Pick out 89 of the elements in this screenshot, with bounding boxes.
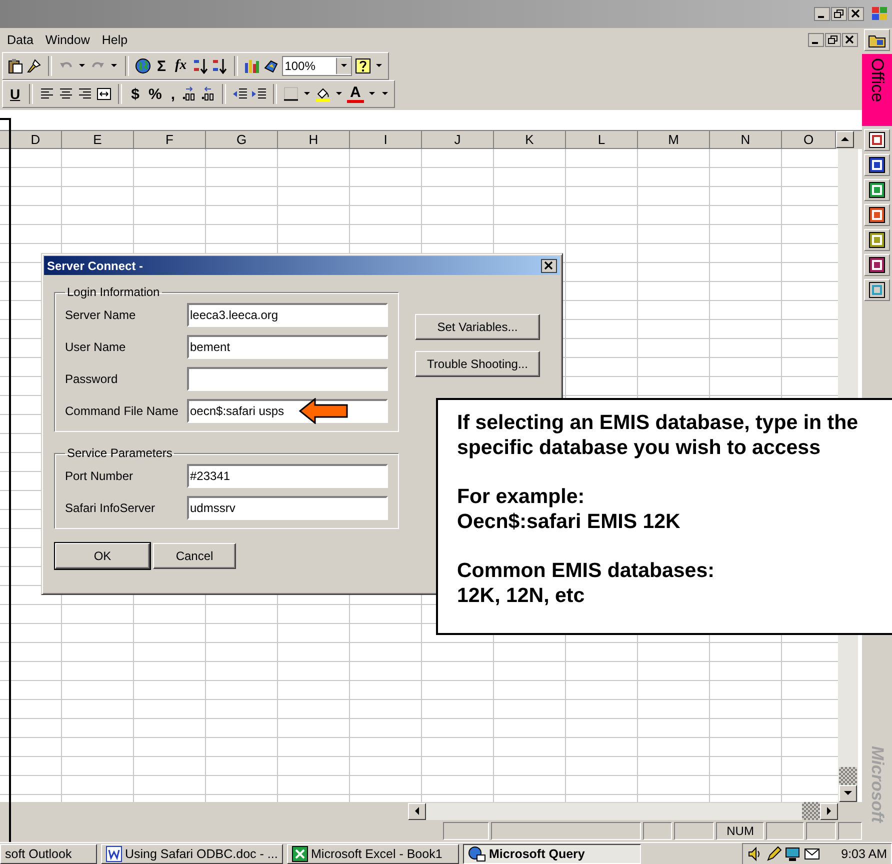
underline-button[interactable]: U (7, 86, 24, 102)
menu-item[interactable]: Data (6, 33, 34, 47)
callout-heading: Common EMIS databases: (457, 558, 716, 583)
decrease-decimal-icon[interactable] (200, 86, 216, 102)
menu-item[interactable]: Window (44, 33, 91, 47)
field-label: Command File Name (65, 404, 178, 418)
close-icon[interactable] (842, 33, 858, 47)
globe-icon[interactable] (135, 58, 151, 74)
sort-descending-icon[interactable] (212, 58, 228, 74)
status-pane (766, 822, 804, 840)
currency-button[interactable]: $ (128, 86, 142, 102)
paste-icon[interactable] (7, 58, 23, 74)
folder-icon[interactable] (864, 29, 890, 51)
menu-item[interactable]: Help (100, 33, 129, 47)
pointer-arrow (299, 398, 349, 424)
zoom-dropdown[interactable]: 100% (282, 56, 352, 76)
scroll-thumb[interactable] (839, 767, 857, 785)
group-title: Service Parameters (66, 446, 174, 460)
fill-color-icon[interactable] (314, 86, 331, 102)
increase-decimal-icon[interactable] (180, 86, 197, 102)
brush-icon[interactable] (26, 58, 42, 74)
taskbar-button[interactable]: Microsoft Query (463, 844, 641, 864)
bar-chart-icon[interactable] (244, 58, 260, 74)
caret-icon[interactable] (340, 64, 347, 68)
triangle-left-icon (414, 807, 420, 815)
group-title: Login Information (66, 285, 161, 299)
scroll-left-button[interactable] (408, 802, 426, 820)
minimize-icon[interactable] (814, 7, 830, 21)
taskbar-button[interactable]: Microsoft Excel - Book1 (287, 844, 459, 864)
autosum-button[interactable]: Σ (154, 58, 170, 74)
restore-icon[interactable] (825, 33, 841, 47)
dialog-button[interactable]: Trouble Shooting... (415, 351, 540, 377)
input-field[interactable]: #23341 (187, 464, 388, 488)
font-color-button[interactable]: A (346, 86, 364, 102)
restore-icon[interactable] (831, 7, 847, 21)
caret-icon[interactable] (376, 64, 382, 68)
field-label: User Name (65, 340, 126, 354)
scroll-right-button[interactable] (820, 802, 838, 820)
close-icon[interactable] (541, 258, 557, 272)
scroll-down-button[interactable] (839, 785, 857, 802)
caret-icon[interactable] (336, 92, 342, 96)
status-pane (642, 822, 672, 840)
borders-icon[interactable] (282, 86, 299, 102)
merge-center-icon[interactable] (96, 86, 112, 102)
num-lock-indicator: NUM (716, 822, 764, 840)
taskbar-button[interactable]: soft Outlook (0, 844, 97, 864)
input-field[interactable] (187, 367, 388, 391)
minimize-icon[interactable] (808, 33, 824, 47)
close-icon[interactable] (848, 7, 864, 21)
field-label: Safari InfoServer (65, 501, 156, 515)
monitor-icon[interactable] (785, 846, 802, 862)
callout-text: 12K, 12N, etc (457, 583, 586, 608)
comma-button[interactable]: , (168, 86, 178, 102)
status-pane (674, 822, 714, 840)
clock: 9:03 AM (841, 847, 887, 861)
taskbar-button[interactable]: Using Safari ODBC.doc - ... (101, 844, 283, 864)
caret-icon[interactable] (111, 64, 117, 68)
field-label: Password (65, 372, 118, 386)
callout-text: If selecting an EMIS database, type in the specific database you wish to access (457, 410, 859, 460)
status-pane (838, 822, 862, 840)
triangle-down-icon (844, 791, 852, 796)
callout-text: Oecn$:safari EMIS 12K (457, 509, 682, 534)
office-bar-title: Office (867, 58, 887, 104)
percent-button[interactable]: % (145, 86, 165, 102)
field-label: Server Name (65, 308, 136, 322)
dialog-button[interactable]: OK (55, 543, 150, 569)
status-pane (443, 822, 489, 840)
triangle-up-icon (841, 137, 849, 142)
globe-icon (468, 846, 486, 862)
pencil-icon[interactable] (766, 846, 782, 862)
input-field[interactable]: udmssrv (187, 496, 388, 520)
caret-icon[interactable] (304, 92, 310, 96)
envelope-icon[interactable] (804, 846, 820, 862)
field-label: Port Number (65, 469, 134, 483)
function-button[interactable]: fx (172, 58, 190, 74)
dialog-button[interactable]: Cancel (153, 543, 236, 569)
callout-heading: For example: (457, 484, 586, 509)
scroll-thumb[interactable] (802, 802, 820, 820)
status-pane (806, 822, 836, 840)
scroll-up-button[interactable] (836, 131, 854, 148)
help-icon[interactable] (354, 58, 371, 74)
input-field[interactable]: leeca3.leeca.org (187, 303, 388, 327)
app-icon[interactable] (870, 5, 890, 23)
sort-ascending-icon[interactable] (192, 58, 209, 74)
dialog-title: Server Connect - (47, 258, 144, 272)
input-field[interactable]: bement (187, 335, 388, 359)
dialog-button[interactable]: Set Variables... (415, 314, 540, 340)
caret-icon[interactable] (79, 64, 85, 68)
triangle-right-icon (826, 807, 832, 815)
